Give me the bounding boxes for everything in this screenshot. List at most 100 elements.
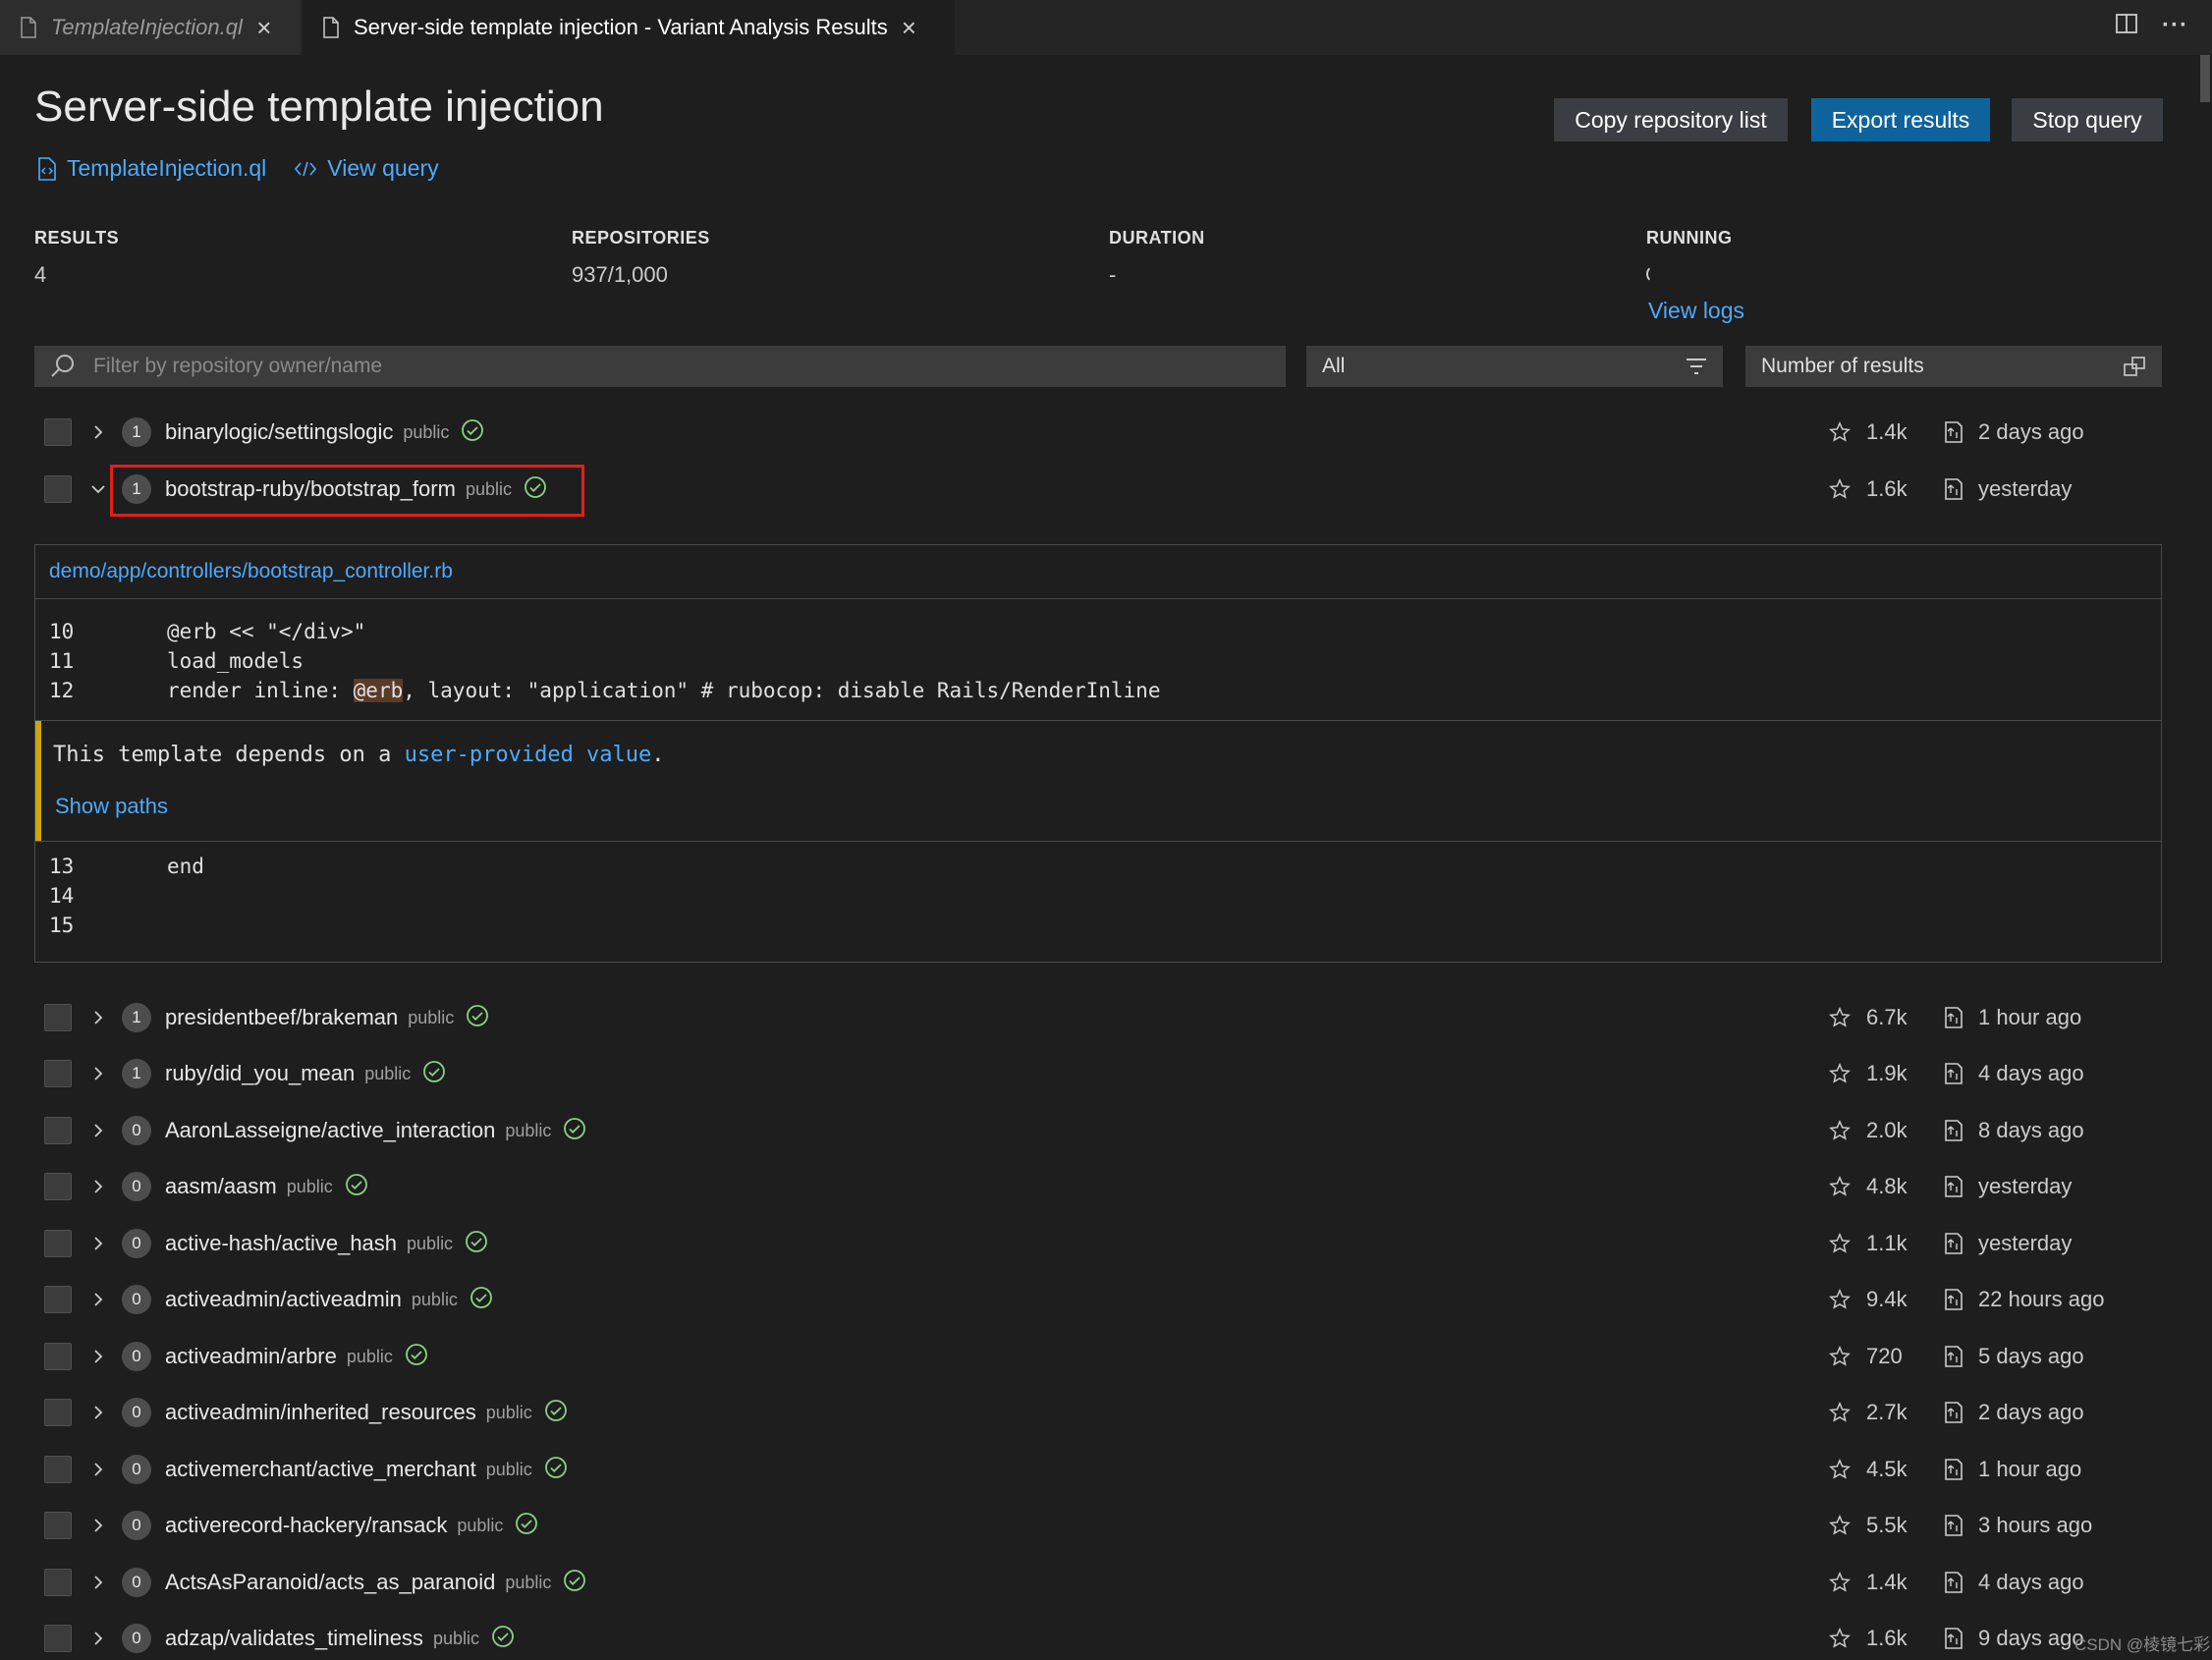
row-checkbox[interactable] [44, 1625, 72, 1652]
close-icon[interactable]: × [256, 13, 271, 43]
chevron-right-icon[interactable] [90, 1010, 106, 1025]
repository-info: presidentbeef/brakeman public [165, 1004, 489, 1032]
row-checkbox[interactable] [44, 1343, 72, 1370]
row-checkbox[interactable] [44, 1117, 72, 1144]
repository-name[interactable]: AaronLasseigne/active_interaction [165, 1118, 495, 1143]
show-paths-link[interactable]: Show paths [55, 794, 168, 819]
chevron-down-icon[interactable] [90, 481, 106, 497]
repository-name[interactable]: activemerchant/active_merchant [165, 1457, 476, 1482]
chevron-right-icon[interactable] [90, 1575, 106, 1590]
repository-row[interactable]: 1 presidentbeef/brakeman public 6.7k 1 hour … [0, 996, 2190, 1039]
repository-row[interactable]: 0 ActsAsParanoid/acts_as_paranoid public 1.… [0, 1561, 2190, 1604]
query-file-link[interactable]: TemplateInjection.ql [37, 155, 266, 182]
file-path-link[interactable]: demo/app/controllers/bootstrap_controlle… [35, 545, 2161, 599]
repository-row[interactable]: 0 activerecord-hackery/ransack public 5.5k 3… [0, 1504, 2190, 1547]
query-file-label: TemplateInjection.ql [67, 155, 267, 181]
loading-spinner-icon [1646, 265, 1664, 283]
row-checkbox[interactable] [44, 1456, 72, 1483]
chevron-right-icon[interactable] [90, 1462, 106, 1477]
result-count-badge: 0 [122, 1624, 151, 1653]
last-updated: yesterday [1943, 476, 2072, 502]
row-checkbox[interactable] [44, 1060, 72, 1087]
close-icon[interactable]: × [902, 13, 916, 43]
repository-row[interactable]: 0 active-hash/active_hash public 1.1k yester… [0, 1222, 2190, 1265]
row-checkbox[interactable] [44, 1004, 72, 1031]
repository-name[interactable]: adzap/validates_timeliness [165, 1626, 423, 1651]
split-editor-icon[interactable] [2115, 12, 2138, 35]
repository-row[interactable]: 1 ruby/did_you_mean public 1.9k 4 days ago [0, 1052, 2190, 1095]
row-checkbox[interactable] [44, 418, 72, 446]
repository-name[interactable]: activerecord-hackery/ransack [165, 1513, 447, 1538]
star-icon [1829, 1402, 1851, 1422]
repository-name[interactable]: binarylogic/settingslogic [165, 419, 393, 445]
tab-query-file[interactable]: TemplateInjection.ql × [0, 0, 301, 55]
repository-row[interactable]: 1 binarylogic/settingslogic public 1.4k 2 da… [0, 411, 2190, 454]
stop-query-button[interactable]: Stop query [2012, 98, 2163, 141]
export-results-button[interactable]: Export results [1811, 98, 1990, 141]
repository-row[interactable]: 0 AaronLasseigne/active_interaction public… [0, 1109, 2190, 1152]
more-actions-icon[interactable]: ··· [2162, 12, 2188, 39]
file-icon [21, 17, 36, 38]
chevron-right-icon[interactable] [90, 1179, 106, 1194]
chevron-right-icon[interactable] [90, 1518, 106, 1533]
check-circle-icon [345, 1173, 367, 1195]
repository-name[interactable]: aasm/aasm [165, 1174, 277, 1199]
code-icon [295, 161, 317, 176]
repository-row[interactable]: 0 activemerchant/active_merchant public 4.5… [0, 1448, 2190, 1491]
row-checkbox[interactable] [44, 1399, 72, 1426]
row-checkbox[interactable] [44, 1286, 72, 1313]
chevron-right-icon[interactable] [90, 1405, 106, 1420]
result-count-badge: 0 [122, 1455, 151, 1484]
repository-name[interactable]: activeadmin/activeadmin [165, 1287, 402, 1312]
star-count: 1.4k [1829, 1570, 1908, 1595]
sort-select[interactable]: Number of results [1745, 346, 2162, 387]
result-filter-select[interactable]: All [1306, 346, 1723, 387]
copy-repository-list-button[interactable]: Copy repository list [1554, 98, 1788, 141]
star-icon [1829, 1346, 1851, 1366]
view-query-link[interactable]: View query [294, 155, 439, 182]
result-count-badge: 0 [122, 1511, 151, 1540]
scrollbar-thumb[interactable] [2200, 55, 2210, 102]
chevron-right-icon[interactable] [90, 424, 106, 440]
repository-row[interactable]: 0 aasm/aasm public 4.8k yesterday [0, 1165, 2190, 1208]
repository-row[interactable]: 0 adzap/validates_timeliness public 1.6k 9 d… [0, 1617, 2190, 1660]
updated-value: 5 days ago [1978, 1344, 2084, 1368]
repository-name[interactable]: ruby/did_you_mean [165, 1061, 355, 1086]
chevron-right-icon[interactable] [90, 1066, 106, 1081]
row-checkbox[interactable] [44, 1569, 72, 1596]
star-icon [1829, 1459, 1851, 1479]
repository-row[interactable]: 0 activeadmin/arbre public 720 5 days ago [0, 1335, 2190, 1378]
chevron-right-icon[interactable] [90, 1349, 106, 1364]
tab-results[interactable]: Server-side template injection - Variant… [303, 0, 955, 55]
row-checkbox[interactable] [44, 1173, 72, 1200]
filter-input[interactable] [91, 354, 1254, 379]
row-checkbox[interactable] [44, 1230, 72, 1257]
user-provided-value-link[interactable]: user-provided value [405, 743, 652, 767]
chevron-right-icon[interactable] [90, 1292, 106, 1307]
stars-value: 1.6k [1866, 1626, 1908, 1650]
view-logs-link[interactable]: View logs [1648, 298, 1744, 324]
chevron-right-icon[interactable] [90, 1123, 106, 1138]
repository-name[interactable]: activeadmin/inherited_resources [165, 1400, 476, 1425]
repository-name[interactable]: activeadmin/arbre [165, 1344, 337, 1369]
stat-value: - [1109, 262, 1117, 287]
stars-value: 1.1k [1866, 1231, 1908, 1255]
repository-name[interactable]: ActsAsParanoid/acts_as_paranoid [165, 1570, 495, 1595]
repository-filter[interactable] [34, 346, 1286, 387]
repository-info: ruby/did_you_mean public [165, 1060, 446, 1088]
check-circle-icon [492, 1625, 514, 1647]
star-count: 4.8k [1829, 1174, 1908, 1199]
row-checkbox[interactable] [44, 475, 72, 503]
repository-name[interactable]: active-hash/active_hash [165, 1231, 397, 1256]
chevron-right-icon[interactable] [90, 1236, 106, 1251]
repository-name[interactable]: presidentbeef/brakeman [165, 1005, 398, 1030]
row-checkbox[interactable] [44, 1512, 72, 1539]
repository-row[interactable]: 0 activeadmin/activeadmin public 9.4k 22 hou… [0, 1278, 2190, 1321]
star-icon [1829, 1063, 1851, 1083]
check-circle-icon [544, 1399, 567, 1421]
repository-row[interactable]: 0 activeadmin/inherited_resources public 2.… [0, 1391, 2190, 1434]
stars-value: 4.8k [1866, 1174, 1908, 1198]
star-icon [1829, 1515, 1851, 1535]
scrollbar-track[interactable] [2198, 55, 2212, 1660]
chevron-right-icon[interactable] [90, 1631, 106, 1646]
